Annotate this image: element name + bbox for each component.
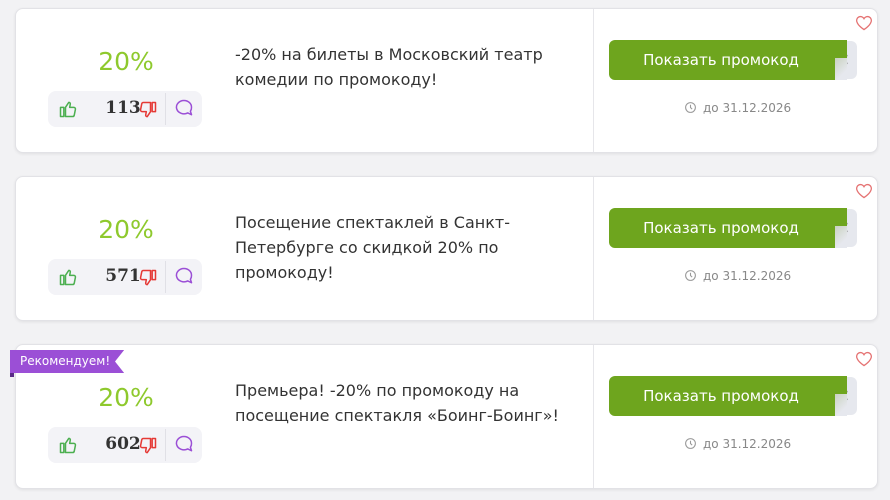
button-fold <box>835 394 847 416</box>
show-promo-button[interactable]: Показать промокод <box>609 40 847 80</box>
thumbs-up-icon[interactable] <box>58 435 78 455</box>
button-fold <box>835 58 847 80</box>
thumbs-up-icon[interactable] <box>58 267 78 287</box>
thumbs-down-icon[interactable] <box>138 436 158 456</box>
offer-card: 20% 113 -20% на билеты в Московский теат… <box>15 8 878 153</box>
expiry-date: до 31.12.2026 <box>703 437 792 451</box>
card-divider <box>593 177 594 320</box>
vote-bar: 571 <box>48 259 202 295</box>
thumbs-up-icon[interactable] <box>58 99 78 119</box>
offer-description: Посещение спектаклей в Санкт-Петербурге … <box>235 213 510 282</box>
offer-description: Премьера! -20% по промокоду на посещение… <box>235 381 559 425</box>
clock-icon <box>685 270 696 281</box>
badge-ribbon-tail <box>10 373 14 377</box>
clock-icon <box>685 438 696 449</box>
thumbs-down-icon[interactable] <box>138 268 158 288</box>
expiry-info: до 31.12.2026 <box>684 436 791 452</box>
show-promo-button[interactable]: Показать промокод <box>609 208 847 248</box>
show-promo-button[interactable]: Показать промокод <box>609 376 847 416</box>
expiry-info: до 31.12.2026 <box>684 100 791 116</box>
vote-bar: 113 <box>48 91 202 127</box>
recommended-badge: Рекомендуем! <box>10 350 125 373</box>
expiry-date: до 31.12.2026 <box>703 269 792 283</box>
vote-bar: 602 <box>48 427 202 463</box>
offer-card: 20% 571 Посещение спектаклей в Санкт-Пет… <box>15 176 878 321</box>
vote-separator <box>165 429 166 461</box>
button-fold <box>835 226 847 248</box>
heart-icon[interactable] <box>855 183 873 199</box>
offer-card: 20% 602 Премьера! -20% по промокоду на п… <box>15 344 878 489</box>
heart-icon[interactable] <box>855 351 873 367</box>
promo-area: C Показать промокод <box>609 376 865 416</box>
promo-area: C Показать промокод <box>609 40 865 80</box>
offer-description: -20% на билеты в Московский театр комеди… <box>235 45 543 89</box>
card-divider <box>593 345 594 488</box>
promo-area: C Показать промокод <box>609 208 865 248</box>
discount-value: 20% <box>98 47 154 76</box>
discount-value: 20% <box>98 215 154 244</box>
card-divider <box>593 9 594 152</box>
thumbs-down-icon[interactable] <box>138 100 158 120</box>
expiry-info: до 31.12.2026 <box>684 268 791 284</box>
heart-icon[interactable] <box>855 15 873 31</box>
comment-icon[interactable] <box>174 266 194 286</box>
expiry-date: до 31.12.2026 <box>703 101 792 115</box>
vote-separator <box>165 261 166 293</box>
vote-separator <box>165 93 166 125</box>
discount-value: 20% <box>98 383 154 412</box>
comment-icon[interactable] <box>174 98 194 118</box>
comment-icon[interactable] <box>174 434 194 454</box>
clock-icon <box>685 102 696 113</box>
